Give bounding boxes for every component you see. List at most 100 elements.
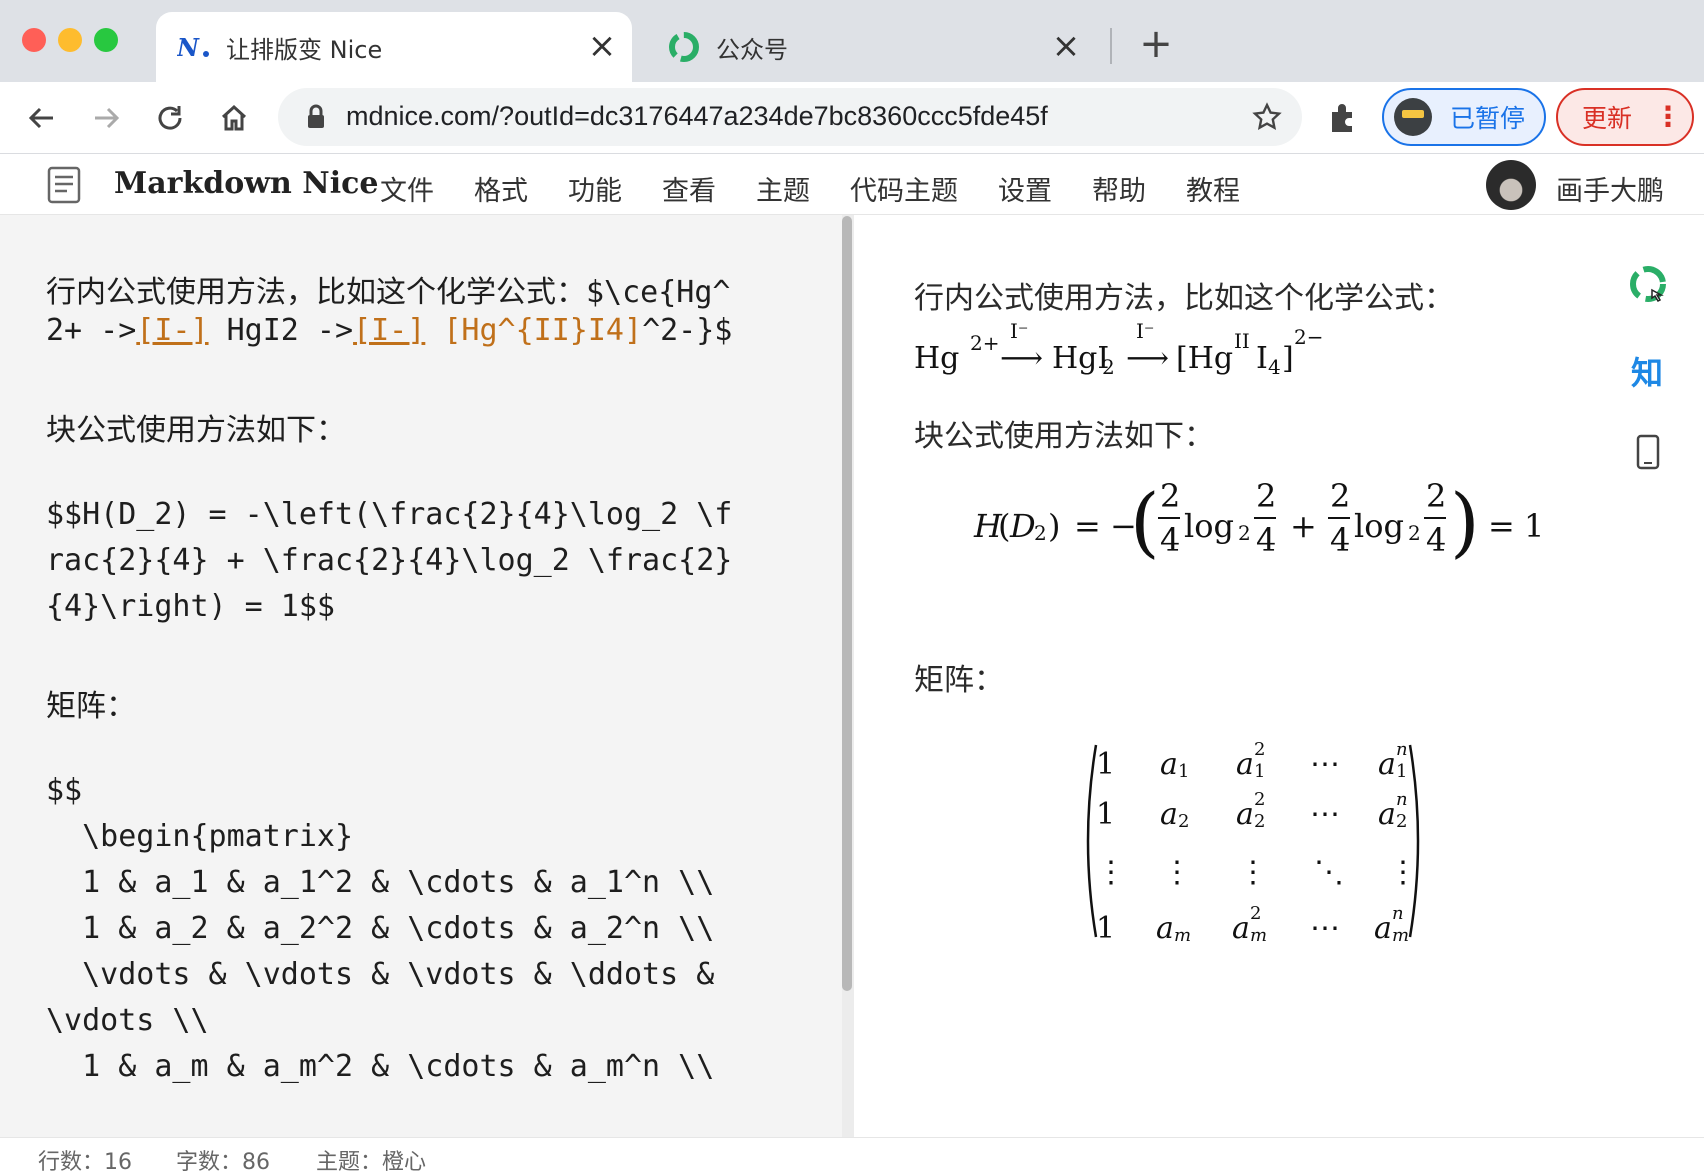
editor-link-ref[interactable]: [I-]	[353, 313, 425, 348]
mobile-preview-icon[interactable]	[1636, 434, 1660, 474]
formula-den: 4	[1330, 521, 1351, 559]
formula-paren: )	[1048, 507, 1061, 545]
formula-num: 2	[1160, 477, 1181, 515]
tab-mdnice[interactable]: N 让排版变 Nice ×	[156, 12, 632, 82]
editor-line: $$H(D_2) = -\left(\frac{2}{4}\log_2 \f	[46, 497, 733, 532]
home-icon[interactable]	[212, 96, 256, 140]
editor-link-text: [Hg^{II}I4]	[443, 313, 643, 348]
matrix-cell: ⋯	[1310, 911, 1340, 946]
matrix-cell: a	[1160, 797, 1178, 832]
menu-theme[interactable]: 主题	[756, 169, 810, 208]
markdown-editor[interactable]: 行内公式使用方法，比如这个化学公式：$\ce{Hg^ 2+ ->[I-] HgI…	[0, 215, 842, 1137]
matrix-cell: 1	[1096, 797, 1116, 832]
preview-pane: 行内公式使用方法，比如这个化学公式： Hg 2+ I⁻ ⟶ HgI 2 I⁻ ⟶…	[856, 215, 1704, 1137]
window-minimize-button[interactable]	[58, 28, 82, 52]
menu-tutorial[interactable]: 教程	[1186, 169, 1240, 208]
editor-link-ref[interactable]: [I-]	[136, 313, 208, 348]
menu-file[interactable]: 文件	[380, 169, 434, 208]
profile-paused-label: 已暂停	[1450, 104, 1526, 133]
wechat-copy-icon[interactable]	[1628, 264, 1668, 308]
window-close-button[interactable]	[22, 28, 46, 52]
menu-function[interactable]: 功能	[568, 169, 622, 208]
formula-log: log	[1184, 507, 1234, 545]
matrix-cell: a	[1232, 911, 1250, 946]
formula-den: 4	[1256, 521, 1277, 559]
formula-log: log	[1354, 507, 1404, 545]
matrix-sup: 2	[1250, 903, 1262, 924]
editor-code	[425, 313, 443, 348]
formula-right-paren: )	[1450, 477, 1480, 566]
address-bar[interactable]: mdnice.com/?outId=dc3176447a234de7bc8360…	[278, 88, 1302, 146]
formula-left-paren: (	[1130, 477, 1160, 566]
forward-arrow-icon[interactable]	[84, 96, 128, 140]
formula-paren: (	[998, 507, 1011, 545]
matrix-sub: 1	[1396, 761, 1408, 782]
matrix-sup: n	[1396, 739, 1408, 760]
window-maximize-button[interactable]	[94, 28, 118, 52]
fraction-bar	[1158, 517, 1180, 519]
avatar[interactable]	[1486, 160, 1536, 210]
preview-paragraph: 行内公式使用方法，比如这个化学公式：	[914, 281, 1454, 316]
new-tab-icon[interactable]: +	[1136, 24, 1176, 64]
matrix-cell: ⋮	[1162, 855, 1192, 890]
formula-num: 2	[1330, 477, 1351, 515]
bookmark-star-icon[interactable]	[1252, 102, 1282, 136]
editor-line: 行内公式使用方法，比如这个化学公式：$\ce{Hg^	[46, 267, 731, 311]
avatar	[1394, 98, 1432, 136]
extensions-puzzle-icon[interactable]	[1326, 100, 1360, 138]
chem-arrow-label: I⁻	[1010, 319, 1029, 343]
matrix-cell: a	[1236, 747, 1254, 782]
reload-icon[interactable]	[148, 96, 192, 140]
profile-paused-button[interactable]: 已暂停	[1382, 88, 1546, 146]
formula-den: 4	[1160, 521, 1181, 559]
menu-settings[interactable]: 设置	[998, 169, 1052, 208]
menu-view[interactable]: 查看	[662, 169, 716, 208]
browser-toolbar: mdnice.com/?outId=dc3176447a234de7bc8360…	[0, 82, 1704, 154]
more-vert-icon[interactable]: ⋮	[1654, 103, 1682, 131]
chem-complex-i: I	[1256, 341, 1268, 376]
matrix-sub: 1	[1254, 761, 1266, 782]
back-arrow-icon[interactable]	[20, 96, 64, 140]
editor-line: 1 & a_m & a_m^2 & \cdots & a_m^n \\	[46, 1049, 715, 1084]
lock-icon[interactable]	[306, 104, 326, 134]
update-label: 更新	[1582, 104, 1633, 133]
chem-complex-charge: 2−	[1294, 325, 1324, 349]
status-theme[interactable]: 主题：橙心	[316, 1144, 426, 1176]
tab-wechat[interactable]: 公众号 ×	[646, 12, 1096, 82]
formula-eq: =	[1488, 507, 1515, 545]
editor-line: rac{2}{4} + \frac{2}{4}\log_2 \frac{2}	[46, 543, 733, 578]
wechat-green-icon	[666, 29, 702, 65]
formula-result: 1	[1524, 507, 1545, 545]
formula-log-sub: 2	[1238, 521, 1251, 545]
editor-line: 1 & a_2 & a_2^2 & \cdots & a_2^n \\	[46, 911, 715, 946]
matrix-cell: ⋱	[1314, 855, 1344, 890]
close-icon[interactable]: ×	[584, 29, 620, 65]
formula-plus: +	[1290, 507, 1317, 545]
editor-scrollbar-thumb[interactable]	[842, 216, 852, 991]
matrix-sub: m	[1174, 925, 1192, 946]
chem-complex-open: [Hg	[1176, 341, 1234, 376]
editor-line: \begin{pmatrix}	[46, 819, 354, 854]
close-icon[interactable]: ×	[1048, 29, 1084, 65]
user-name[interactable]: 画手大鹏	[1556, 169, 1664, 208]
editor-line: \vdots \\	[46, 1003, 209, 1038]
chem-arrow: ⟶	[1000, 341, 1044, 376]
menu-format[interactable]: 格式	[474, 169, 528, 208]
matrix-cell: ⋯	[1310, 797, 1340, 832]
matrix-cell: a	[1378, 797, 1396, 832]
matrix-sup: n	[1396, 789, 1408, 810]
editor-line: 1 & a_1 & a_1^2 & \cdots & a_1^n \\	[46, 865, 715, 900]
update-button[interactable]: 更新 ⋮	[1556, 88, 1694, 146]
url-text: mdnice.com/?outId=dc3176447a234de7bc8360…	[346, 101, 1048, 131]
matrix-sub: 2	[1396, 811, 1408, 832]
status-bar: 行数：16 字数：86 主题：橙心	[0, 1137, 1704, 1176]
matrix-cell: ⋯	[1310, 747, 1340, 782]
formula-num: 2	[1256, 477, 1277, 515]
menu-help[interactable]: 帮助	[1092, 169, 1146, 208]
status-line-count: 行数：16	[38, 1150, 132, 1175]
app-title: Markdown Nice	[114, 166, 379, 201]
zhihu-copy-button[interactable]: 知	[1631, 348, 1663, 394]
matrix-cell: a	[1236, 797, 1254, 832]
menu-code-theme[interactable]: 代码主题	[850, 169, 958, 208]
matrix-sub: m	[1392, 925, 1410, 946]
